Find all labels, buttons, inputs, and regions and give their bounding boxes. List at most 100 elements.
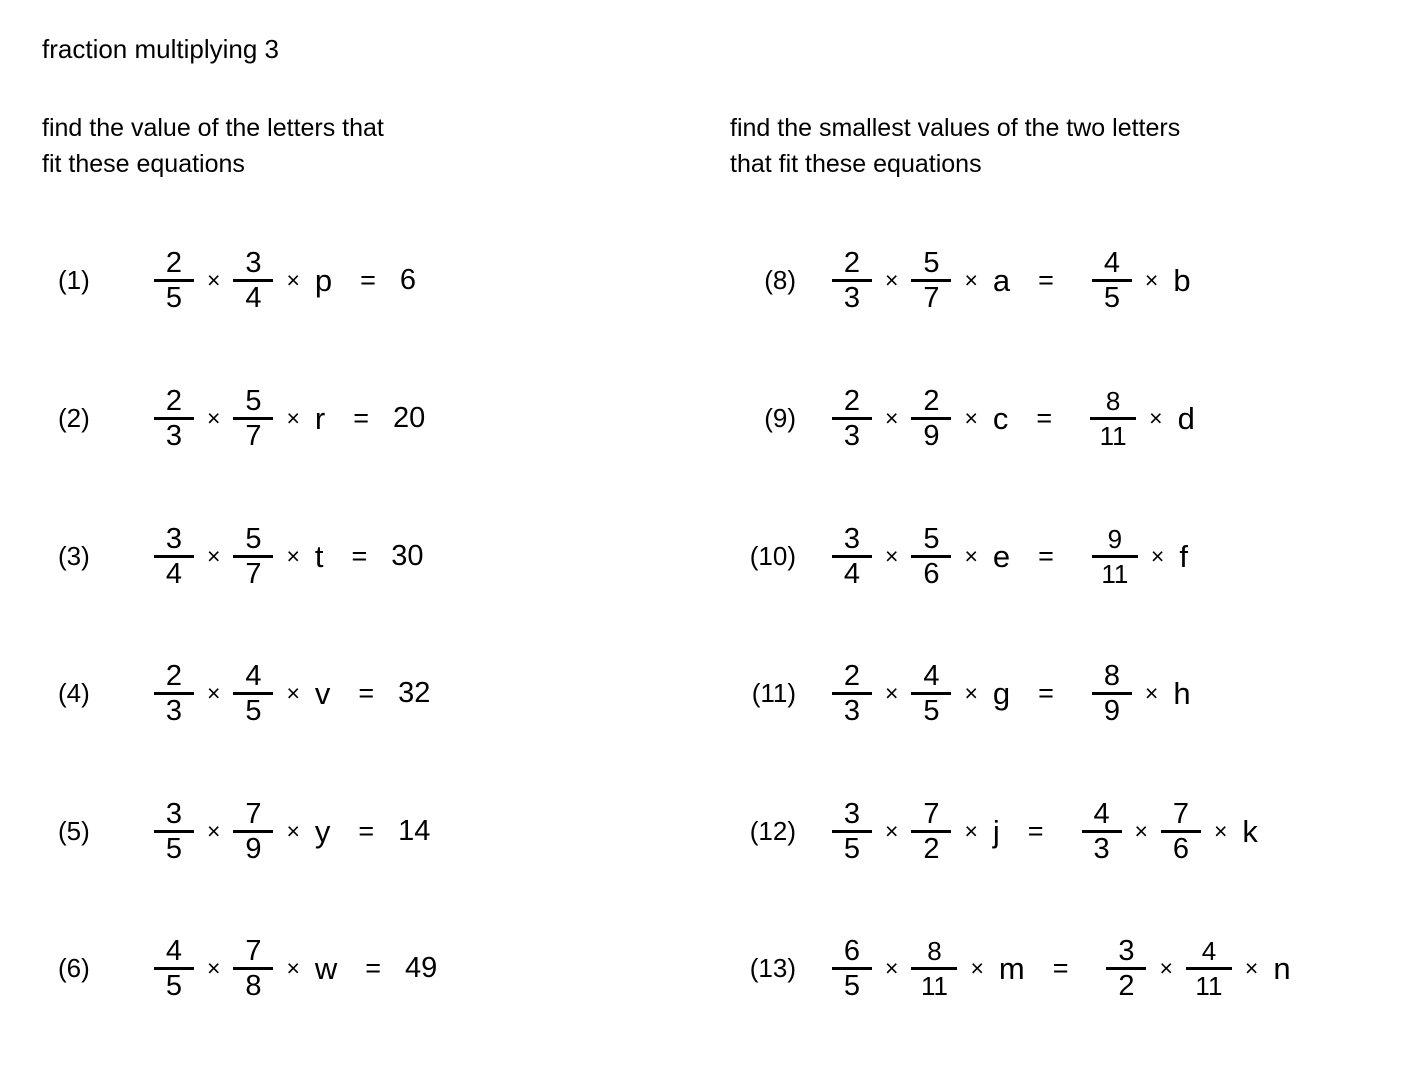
- fraction-denominator: 3: [165, 419, 183, 452]
- fraction-f2: 78: [233, 935, 274, 1002]
- fraction-f4: 76: [1160, 798, 1201, 865]
- fraction-f1: 23: [832, 660, 872, 727]
- equation-number: (6): [58, 953, 90, 983]
- multiply-symbol: ×: [286, 542, 300, 569]
- equation-expression: 3 4 × 5 7 × t = 30: [128, 523, 682, 590]
- equation-expression: 3 5 × 7 2 × j = 4 3 × 7 6 × k: [796, 798, 1380, 865]
- multiply-symbol: ×: [885, 679, 899, 706]
- variable-letter: b: [1173, 262, 1191, 298]
- multiply-symbol: ×: [207, 954, 221, 981]
- fraction-denominator: 2: [923, 832, 940, 865]
- equation-row: (9) 2 3 × 2 9 × c = 8 11 × d: [700, 370, 1380, 466]
- multiply-symbol: ×: [1144, 266, 1159, 293]
- equation-row: (1) 2 5 × 3 4 × p = 6: [42, 232, 682, 328]
- equals-symbol: =: [1038, 677, 1054, 708]
- page-title: fraction multiplying 3: [42, 34, 279, 64]
- equation-number: (5): [58, 816, 90, 846]
- fraction-numerator: 3: [245, 246, 262, 279]
- multiply-symbol: ×: [964, 542, 978, 569]
- equation-result: 20: [392, 401, 426, 434]
- variable-letter: g: [992, 675, 1011, 711]
- fraction-numerator: 4: [923, 659, 940, 692]
- equation-number: (9): [764, 403, 796, 433]
- multiply-symbol: ×: [885, 954, 899, 981]
- fraction-f3: 8 11: [1090, 385, 1137, 452]
- fraction-f3: 45: [1091, 246, 1132, 314]
- fraction-denominator: 5: [165, 969, 183, 1002]
- fraction-numerator: 2: [165, 659, 183, 692]
- variable-letter: t: [314, 538, 324, 574]
- equation-result: 32: [398, 676, 431, 709]
- fraction-f1: 23: [154, 385, 194, 452]
- fraction-f1: 25: [154, 247, 194, 314]
- fraction-numerator: 4: [1201, 935, 1217, 966]
- fraction-numerator: 2: [843, 659, 861, 692]
- fraction-denominator: 3: [843, 694, 861, 727]
- fraction-denominator: 6: [1172, 832, 1190, 865]
- fraction-numerator: 8: [1105, 385, 1121, 416]
- equation-expression: 2 5 × 3 4 × p = 6: [128, 247, 682, 314]
- fraction-f1: 65: [832, 935, 872, 1002]
- variable-letter: n: [1273, 950, 1291, 986]
- multiply-symbol: ×: [1213, 817, 1228, 844]
- fraction-f2: 56: [911, 523, 952, 590]
- equation-row: (13) 6 5 × 8 11 × m = 3 2 × 4 11 × n: [700, 920, 1380, 1016]
- equation-row: (12) 3 5 × 7 2 × j = 4 3 × 7 6 × k: [700, 783, 1380, 879]
- fraction-denominator: 5: [165, 281, 183, 314]
- equation-row: (5) 3 5 × 7 9 × y = 14: [42, 783, 682, 879]
- equation-expression: 2 3 × 5 7 × r = 20: [128, 385, 682, 452]
- equation-expression: 2 3 × 5 7 × a = 4 5 × b: [796, 247, 1380, 314]
- fraction-numerator: 5: [923, 246, 940, 279]
- fraction-f2: 29: [911, 385, 952, 452]
- variable-letter: f: [1179, 538, 1188, 574]
- equals-symbol: =: [1027, 815, 1044, 846]
- fraction-denominator: 3: [843, 281, 861, 314]
- fraction-f2: 8 11: [911, 935, 958, 1002]
- multiply-symbol: ×: [286, 679, 300, 706]
- fraction-denominator: 7: [245, 557, 262, 590]
- fraction-numerator: 3: [1118, 934, 1135, 967]
- fraction-denominator: 5: [245, 694, 262, 727]
- fraction-f1: 34: [832, 523, 872, 590]
- instruction-left: find the value of the letters that fit t…: [42, 114, 384, 178]
- fraction-denominator: 3: [165, 694, 183, 727]
- fraction-denominator: 4: [245, 281, 262, 314]
- variable-letter: d: [1177, 400, 1195, 436]
- variable-letter: a: [992, 262, 1011, 298]
- fraction-f2: 79: [233, 798, 274, 865]
- fraction-f2: 57: [233, 384, 274, 452]
- fraction-f3: 9 11: [1091, 523, 1138, 590]
- equation-number: (3): [58, 541, 90, 571]
- variable-letter: w: [314, 950, 338, 986]
- multiply-symbol: ×: [1159, 954, 1173, 981]
- variable-letter: c: [992, 400, 1009, 436]
- multiply-symbol: ×: [1150, 542, 1165, 569]
- multiply-symbol: ×: [1149, 404, 1163, 431]
- fraction-numerator: 4: [1103, 246, 1120, 279]
- fraction-denominator: 5: [843, 832, 861, 865]
- fraction-f2: 57: [233, 523, 274, 590]
- multiply-symbol: ×: [286, 817, 300, 844]
- multiply-symbol: ×: [970, 954, 984, 981]
- equals-symbol: =: [358, 677, 375, 708]
- fraction-numerator: 7: [923, 797, 940, 830]
- variable-letter: p: [314, 262, 333, 298]
- variable-letter: m: [998, 950, 1025, 986]
- fraction-numerator: 5: [245, 384, 262, 417]
- fraction-f3: 89: [1091, 660, 1132, 727]
- equation-expression: 3 5 × 7 9 × y = 14: [128, 798, 682, 865]
- equation-row: (3) 3 4 × 5 7 × t = 30: [42, 508, 682, 604]
- fraction-numerator: 2: [165, 384, 183, 417]
- fraction-denominator: 5: [1103, 281, 1120, 314]
- fraction-f2: 72: [911, 797, 952, 865]
- fraction-numerator: 2: [843, 384, 861, 417]
- multiply-symbol: ×: [286, 266, 300, 293]
- variable-letter: e: [992, 538, 1011, 574]
- fraction-denominator: 11: [1099, 420, 1127, 451]
- equation-number: (12): [749, 816, 796, 846]
- multiply-symbol: ×: [885, 266, 899, 293]
- fraction-f2: 45: [233, 660, 274, 727]
- fraction-denominator: 6: [923, 557, 940, 590]
- equation-result: 30: [391, 539, 424, 572]
- fraction-f1: 34: [154, 523, 194, 590]
